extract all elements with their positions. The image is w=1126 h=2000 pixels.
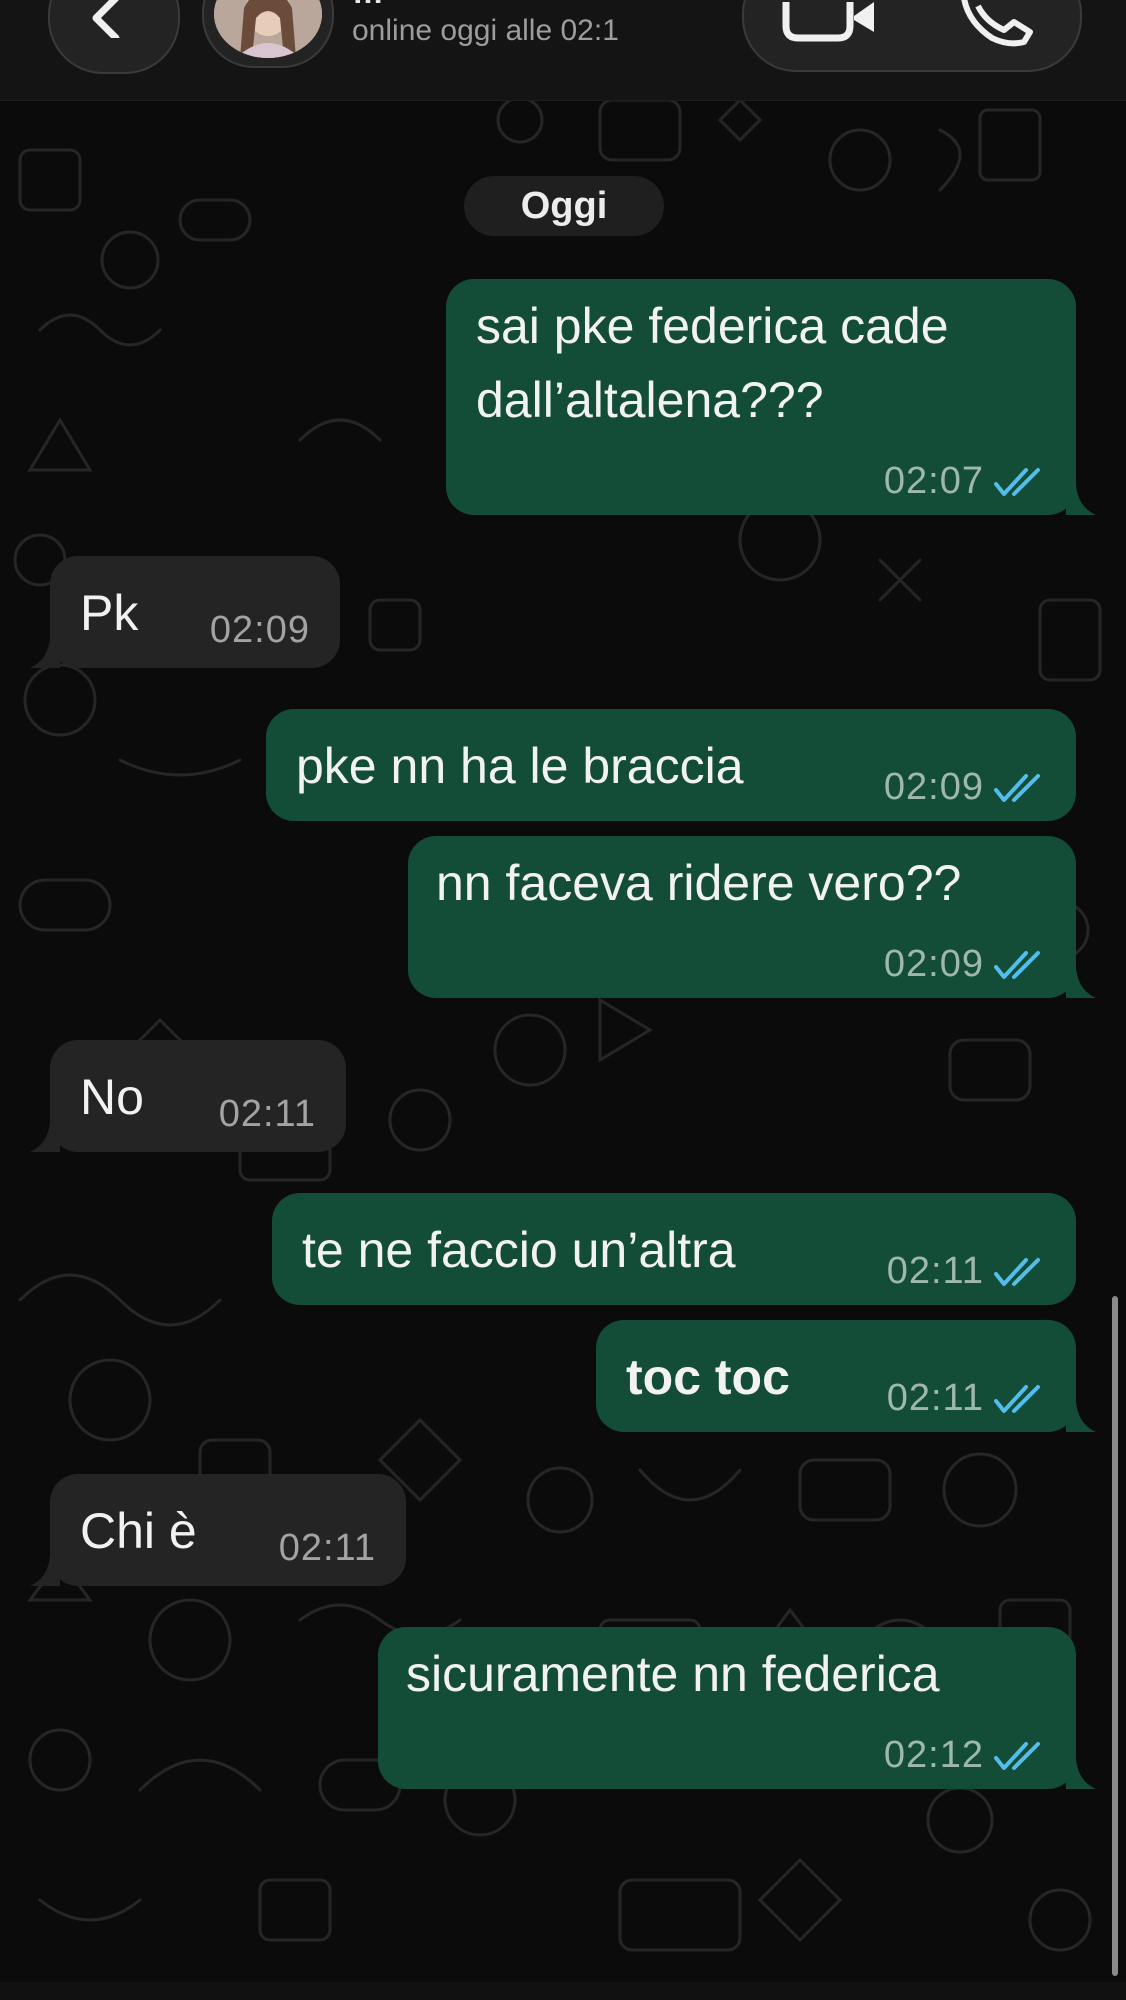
message-time: 02:11 [886,1377,984,1419]
contact-name[interactable]: … [352,0,384,11]
message-text-line: No [80,1069,144,1125]
bubble-tail [1066,1402,1096,1432]
outgoing-message[interactable]: toc toc 02:11 [596,1320,1096,1432]
read-receipt-icon [994,1384,1040,1413]
incoming-message[interactable]: Pk 02:09 [30,556,340,668]
chat-header: … online oggi alle 02:1 [0,0,1126,101]
message-meta: 02:11 [219,1093,316,1136]
incoming-message[interactable]: Chi è 02:11 [30,1474,406,1586]
bubble-tail [30,1556,60,1586]
outgoing-message[interactable]: te ne faccio un’altra 02:11 [272,1193,1076,1305]
video-camera-icon[interactable] [782,2,878,42]
bubble-tail [1066,485,1096,515]
read-receipt-icon [994,1257,1040,1286]
message-time: 02:09 [883,766,984,808]
read-receipt-icon [994,773,1040,802]
message-text-line: dall’altalena??? [476,372,824,428]
message-text-line: sai pke federica cade [476,298,949,354]
message-time: 02:12 [883,1734,984,1776]
bubble-tail [1066,968,1096,998]
message-meta: 02:09 [884,766,1048,809]
read-receipt-icon [994,1741,1040,1770]
message-time: 02:09 [209,609,310,651]
message-meta: 02:09 [884,943,1048,986]
message-text-line: nn faceva ridere vero?? [436,855,962,911]
outgoing-message[interactable]: pke nn ha le braccia 02:09 [266,709,1076,821]
read-receipt-icon [994,950,1040,979]
bottom-bar [0,1982,1126,2000]
scroll-indicator[interactable] [1112,1296,1118,1976]
message-time: 02:11 [886,1250,984,1292]
avatar [214,0,322,58]
incoming-message[interactable]: No 02:11 [30,1040,346,1152]
message-meta: 02:12 [884,1734,1048,1777]
message-time: 02:07 [883,460,984,502]
message-text-line: toc toc [626,1349,790,1405]
message-meta: 02:09 [210,609,310,652]
date-separator: Oggi [464,176,664,236]
message-time: 02:09 [883,943,984,985]
call-buttons-group [742,0,1082,72]
message-text-line: Chi è [80,1503,197,1559]
bubble-tail [1066,1759,1096,1789]
message-time: 02:11 [218,1093,316,1135]
read-receipt-icon [994,467,1040,496]
message-meta: 02:11 [887,1250,1048,1293]
outgoing-message[interactable]: sai pke federica cade dall’altalena??? 0… [446,279,1096,515]
contact-avatar-button[interactable] [202,0,334,68]
message-meta: 02:07 [884,460,1048,503]
chevron-left-icon [92,0,120,38]
message-text-line: sicuramente nn federica [406,1646,940,1702]
message-meta: 02:11 [279,1527,376,1570]
message-text-line: pke nn ha le braccia [296,738,744,794]
bubble-tail [30,1122,60,1152]
message-meta: 02:11 [887,1377,1048,1420]
phone-icon[interactable] [958,0,1038,48]
back-button[interactable] [48,0,180,74]
bubble-tail [30,638,60,668]
message-text-line: Pk [80,585,139,641]
message-text-line: te ne faccio un’altra [302,1222,736,1278]
chat-screen: … online oggi alle 02:1 Oggi sai pke fed… [0,0,1126,2000]
contact-status: online oggi alle 02:1 [352,14,619,47]
message-time: 02:11 [278,1527,376,1569]
outgoing-message[interactable]: nn faceva ridere vero?? 02:09 [408,836,1096,998]
outgoing-message[interactable]: sicuramente nn federica 02:12 [378,1627,1096,1789]
